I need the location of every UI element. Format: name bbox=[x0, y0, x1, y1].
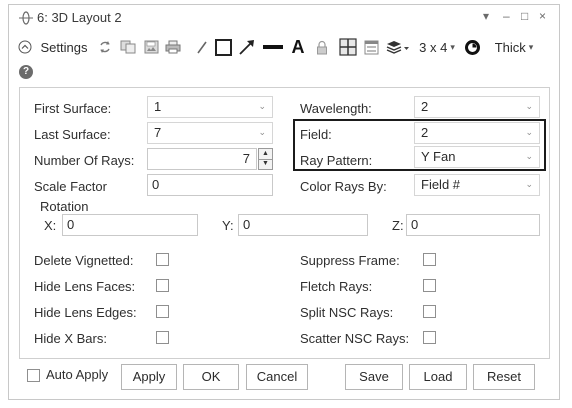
refresh-icon[interactable] bbox=[97, 35, 113, 59]
last-surface-select[interactable]: 7 ⌄ bbox=[147, 122, 273, 144]
delete-vignetted-label: Delete Vignetted: bbox=[34, 253, 134, 268]
load-button[interactable]: Load bbox=[409, 364, 467, 390]
chevron-down-icon: ⌄ bbox=[525, 127, 533, 137]
color-rays-by-select[interactable]: Field # ⌄ bbox=[414, 174, 540, 196]
toolbar: Settings A 3 x 4 ▾ Thick ▾ bbox=[9, 35, 559, 61]
app-lens-icon bbox=[19, 11, 33, 25]
collapse-icon[interactable] bbox=[17, 35, 33, 59]
window-title: 6: 3D Layout 2 bbox=[37, 10, 122, 25]
pencil-icon[interactable] bbox=[195, 35, 209, 59]
reset-button[interactable]: Reset bbox=[473, 364, 535, 390]
rotation-x-label: X: bbox=[44, 218, 57, 233]
scale-factor-input[interactable]: 0 bbox=[147, 174, 273, 196]
field-select[interactable]: 2 ⌄ bbox=[414, 122, 540, 144]
scale-factor-label: Scale Factor bbox=[34, 179, 107, 194]
layout-label: 3 x 4 bbox=[419, 39, 448, 55]
hide-lens-edges-checkbox[interactable] bbox=[156, 305, 169, 318]
hide-x-bars-checkbox[interactable] bbox=[156, 331, 169, 344]
minimize-button[interactable]: – bbox=[503, 9, 510, 23]
layers-icon[interactable] bbox=[385, 35, 411, 59]
number-of-rays-value: 7 bbox=[242, 151, 250, 166]
last-surface-value: 7 bbox=[154, 125, 162, 140]
ray-pattern-select[interactable]: Y Fan ⌄ bbox=[414, 146, 540, 168]
chevron-down-icon: ⌄ bbox=[525, 151, 533, 161]
wavelength-value: 2 bbox=[421, 99, 429, 114]
title-bar: 6: 3D Layout 2 ▾ – □ × bbox=[9, 5, 559, 31]
copy-icon[interactable] bbox=[119, 35, 137, 59]
settings-window: 6: 3D Layout 2 ▾ – □ × Settings A 3 x 4 … bbox=[8, 4, 560, 400]
rotation-x-value: 0 bbox=[67, 217, 75, 232]
hide-x-bars-label: Hide X Bars: bbox=[34, 331, 107, 346]
number-of-rays-input[interactable]: 7 bbox=[147, 148, 257, 170]
scale-factor-value: 0 bbox=[152, 177, 160, 192]
ok-button[interactable]: OK bbox=[183, 364, 239, 390]
chevron-down-icon: ⌄ bbox=[258, 101, 266, 111]
last-surface-label: Last Surface: bbox=[34, 127, 111, 142]
timer-icon[interactable] bbox=[463, 35, 481, 59]
text-icon[interactable]: A bbox=[289, 35, 307, 59]
lock-icon[interactable] bbox=[315, 35, 329, 59]
chevron-down-icon: ⌄ bbox=[525, 101, 533, 111]
window-menu-button[interactable]: ▾ bbox=[483, 9, 489, 23]
first-surface-value: 1 bbox=[154, 99, 162, 114]
rotation-x-input[interactable]: 0 bbox=[62, 214, 198, 236]
ray-pattern-label: Ray Pattern: bbox=[300, 153, 373, 168]
ray-pattern-value: Y Fan bbox=[421, 149, 456, 164]
rectangle-icon[interactable] bbox=[213, 35, 233, 59]
color-rays-by-label: Color Rays By: bbox=[300, 179, 387, 194]
layout-dropdown[interactable]: 3 x 4 ▾ bbox=[415, 35, 459, 59]
rotation-y-input[interactable]: 0 bbox=[238, 214, 368, 236]
fletch-rays-label: Fletch Rays: bbox=[300, 279, 373, 294]
rotation-z-label: Z: bbox=[392, 218, 404, 233]
help-icon[interactable]: ? bbox=[19, 65, 33, 79]
number-of-rays-spinner[interactable]: ▲ ▼ bbox=[258, 148, 273, 170]
spin-down-icon[interactable]: ▼ bbox=[259, 159, 272, 169]
cancel-button[interactable]: Cancel bbox=[246, 364, 308, 390]
close-button[interactable]: × bbox=[539, 9, 546, 23]
wavelength-select[interactable]: 2 ⌄ bbox=[414, 96, 540, 118]
auto-apply-checkbox[interactable] bbox=[27, 369, 40, 382]
suppress-frame-label: Suppress Frame: bbox=[300, 253, 400, 268]
rotation-z-value: 0 bbox=[411, 217, 419, 232]
hide-lens-faces-checkbox[interactable] bbox=[156, 279, 169, 292]
thickness-dropdown[interactable]: Thick ▾ bbox=[489, 35, 539, 59]
delete-vignetted-checkbox[interactable] bbox=[156, 253, 169, 266]
scatter-nsc-rays-checkbox[interactable] bbox=[423, 331, 436, 344]
field-value: 2 bbox=[421, 125, 429, 140]
scatter-nsc-rays-label: Scatter NSC Rays: bbox=[300, 331, 410, 346]
rotation-z-input[interactable]: 0 bbox=[406, 214, 540, 236]
arrow-icon[interactable] bbox=[237, 35, 257, 59]
hide-lens-faces-label: Hide Lens Faces: bbox=[34, 279, 136, 294]
rotation-y-value: 0 bbox=[243, 217, 251, 232]
print-icon[interactable] bbox=[164, 35, 182, 59]
grid-icon[interactable] bbox=[338, 35, 358, 59]
apply-button[interactable]: Apply bbox=[121, 364, 177, 390]
split-nsc-rays-label: Split NSC Rays: bbox=[300, 305, 394, 320]
rotation-y-label: Y: bbox=[222, 218, 234, 233]
split-nsc-rays-checkbox[interactable] bbox=[423, 305, 436, 318]
wavelength-label: Wavelength: bbox=[300, 101, 372, 116]
field-label: Field: bbox=[300, 127, 332, 142]
rotation-label: Rotation bbox=[40, 199, 89, 214]
color-rays-by-value: Field # bbox=[421, 177, 461, 192]
line-icon[interactable] bbox=[261, 35, 285, 59]
fletch-rays-checkbox[interactable] bbox=[423, 279, 436, 292]
thickness-label: Thick bbox=[494, 39, 526, 55]
number-of-rays-label: Number Of Rays: bbox=[34, 153, 135, 168]
suppress-frame-checkbox[interactable] bbox=[423, 253, 436, 266]
save-button[interactable]: Save bbox=[345, 364, 403, 390]
settings-button[interactable]: Settings bbox=[37, 35, 91, 59]
maximize-button[interactable]: □ bbox=[521, 9, 528, 23]
chevron-down-icon: ⌄ bbox=[525, 179, 533, 189]
settings-panel: First Surface: 1 ⌄ Last Surface: 7 ⌄ Num… bbox=[19, 87, 550, 359]
window-icon[interactable] bbox=[362, 35, 380, 59]
save-icon[interactable] bbox=[142, 35, 160, 59]
auto-apply-label: Auto Apply bbox=[46, 367, 109, 382]
first-surface-select[interactable]: 1 ⌄ bbox=[147, 96, 273, 118]
first-surface-label: First Surface: bbox=[34, 101, 112, 116]
chevron-down-icon: ⌄ bbox=[258, 127, 266, 137]
hide-lens-edges-label: Hide Lens Edges: bbox=[34, 305, 137, 320]
